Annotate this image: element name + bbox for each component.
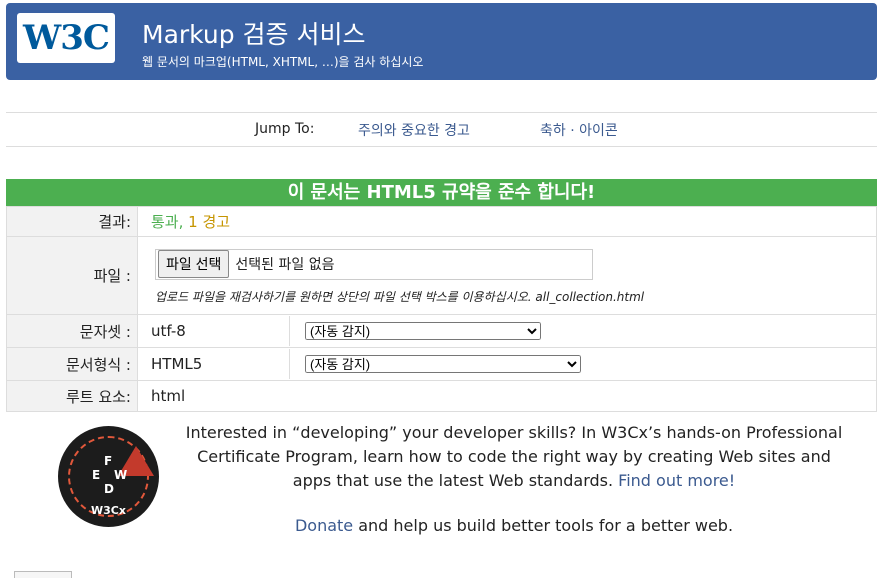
header-banner: W3C Markup 검증 서비스 웹 문서의 마크업(HTML, XHTML,… [6, 3, 877, 80]
charset-label: 문자셋 : [6, 314, 138, 348]
promo-body: Interested in “developing” your develope… [185, 423, 843, 490]
page-subtitle: 웹 문서의 마크업(HTML, XHTML, …)을 검사 하십시오 [142, 55, 424, 69]
valid-result-banner: 이 문서는 HTML5 규약을 준수 합니다! [6, 179, 877, 206]
result-label: 결과: [6, 206, 138, 237]
result-table: 결과: 통과, 1 경고 파일 : 파일 선택 선택된 파일 없음 업로드 파일… [6, 206, 877, 412]
donate-link[interactable]: Donate [295, 516, 353, 535]
badge-letter-f: F [104, 454, 113, 468]
badge-brand: W3Cx [91, 504, 126, 517]
doctype-label: 문서형식 : [6, 347, 138, 381]
root-label: 루트 요소: [6, 380, 138, 412]
result-row: 결과: 통과, 1 경고 [6, 206, 877, 237]
badge-letter-w: W [114, 468, 128, 482]
file-hint-text: 업로드 파일을 재검사하기를 원하면 상단의 파일 선택 박스를 이용하십시오.… [155, 289, 645, 304]
jump-link-congrats-icons[interactable]: 축하 · 아이콘 [540, 120, 618, 140]
file-input[interactable]: 파일 선택 선택된 파일 없음 [155, 248, 593, 280]
result-value: 통과, 1 경고 [137, 206, 877, 237]
warning-count[interactable]: 1 경고 [188, 213, 230, 231]
doctype-select[interactable]: (자동 감지) [305, 355, 581, 373]
w3c-logo[interactable]: W3C [17, 13, 115, 63]
charset-row: 문자셋 : utf-8 (자동 감지) [6, 314, 877, 348]
file-value: 파일 선택 선택된 파일 없음 업로드 파일을 재검사하기를 원하면 상단의 파… [137, 236, 877, 315]
w3c-logo-text: W3C [23, 18, 110, 58]
front-end-developer-badge[interactable]: F E W D W3Cx [58, 426, 159, 527]
file-status-text: 선택된 파일 없음 [235, 257, 335, 273]
badge-letter-d: D [104, 482, 114, 496]
jump-to-bar: Jump To: 주의와 중요한 경고 축하 · 아이콘 [6, 112, 877, 147]
jump-to-label: Jump To: [255, 121, 315, 137]
root-row: 루트 요소: html [6, 380, 877, 412]
donate-line: Donate and help us build better tools fo… [182, 516, 846, 535]
choose-file-button[interactable]: 파일 선택 [158, 250, 230, 278]
doctype-row: 문서형식 : HTML5 (자동 감지) [6, 347, 877, 381]
charset-value: utf-8 [138, 316, 290, 346]
charset-select[interactable]: (자동 감지) [305, 322, 541, 340]
donate-text: and help us build better tools for a bet… [353, 516, 734, 535]
doctype-value-cell: HTML5 (자동 감지) [137, 347, 877, 381]
page-title: Markup 검증 서비스 [142, 20, 366, 49]
badge-letter-e: E [92, 468, 101, 482]
find-out-more-link[interactable]: Find out more! [618, 471, 735, 490]
file-row: 파일 : 파일 선택 선택된 파일 없음 업로드 파일을 재검사하기를 원하면 … [6, 236, 877, 315]
pass-text: 통과, [151, 213, 184, 231]
file-label: 파일 : [6, 236, 138, 315]
jump-link-warnings[interactable]: 주의와 중요한 경고 [358, 120, 470, 140]
root-value: html [137, 380, 877, 412]
doctype-value: HTML5 [138, 349, 290, 379]
charset-value-cell: utf-8 (자동 감지) [137, 314, 877, 348]
promo-text: Interested in “developing” your develope… [182, 421, 846, 493]
